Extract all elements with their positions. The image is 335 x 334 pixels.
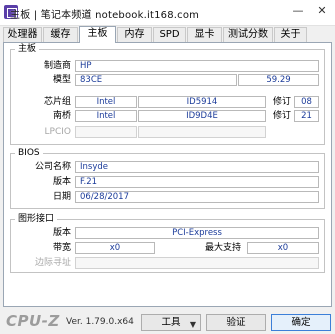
footer-bar: CPU-Z Ver. 1.79.0.x64 工具 ▼ 验证 确定	[0, 307, 335, 334]
tab-mainboard[interactable]: 主板	[79, 26, 116, 43]
close-button[interactable]: ✕	[315, 4, 329, 18]
tab-graphics[interactable]: 显卡	[187, 27, 222, 42]
graphic-interface-group: 图形接口 版本 PCI-Express 带宽 x0 最大支持 x0 边际寻址	[10, 214, 325, 273]
model-revision-field: 59.29	[238, 74, 319, 86]
max-supported-field: x0	[247, 242, 319, 254]
southbridge-revision-label: 修订	[272, 111, 291, 121]
lpcio-label: LPCIO	[44, 127, 71, 137]
group-title: 主板	[15, 44, 40, 55]
chipset-revision-field: 08	[294, 96, 319, 108]
manufacturer-field: HP	[75, 60, 319, 72]
tab-caches[interactable]: 缓存	[43, 27, 78, 42]
bios-date-field: 06/28/2017	[75, 191, 319, 203]
chipset-id-field: ID5914	[138, 96, 266, 108]
group-title: BIOS	[15, 148, 43, 159]
tools-label: 工具	[161, 317, 181, 328]
ok-button[interactable]: 确定	[271, 314, 331, 331]
gfx-version-field: PCI-Express	[75, 227, 319, 239]
link-width-field: x0	[75, 242, 155, 254]
bios-brand-label: 公司名称	[34, 162, 71, 172]
tab-memory[interactable]: 内存	[117, 27, 152, 42]
tab-bar: 处理器 缓存 主板 内存 SPD 显卡 测试分数 关于	[3, 26, 332, 43]
tab-spd[interactable]: SPD	[153, 27, 186, 42]
version-text: Ver. 1.79.0.x64	[66, 317, 134, 327]
chipset-revision-label: 修订	[272, 97, 291, 107]
mainboard-group: 主板 制造商 HP 模型 83CE 59.29 芯片组 Intel ID5914…	[10, 44, 325, 145]
model-label: 模型	[52, 75, 71, 85]
chipset-vendor-field: Intel	[75, 96, 137, 108]
bios-version-label: 版本	[52, 177, 71, 187]
gfx-version-label: 版本	[52, 228, 71, 238]
southbridge-id-field: ID9D4E	[138, 110, 266, 122]
bios-group: BIOS 公司名称 Insyde 版本 F.21 日期 06/28/2017	[10, 148, 325, 209]
tab-cpu[interactable]: 处理器	[3, 27, 42, 42]
model-field: 83CE	[75, 74, 237, 86]
validate-button[interactable]: 验证	[206, 314, 266, 331]
minimize-button[interactable]: —	[291, 4, 305, 18]
lpcio-model-field	[138, 126, 266, 138]
group-title: 图形接口	[15, 214, 58, 225]
southbridge-vendor-field: Intel	[75, 110, 137, 122]
mainboard-panel: 主板 制造商 HP 模型 83CE 59.29 芯片组 Intel ID5914…	[3, 42, 332, 307]
chevron-down-icon: ▼	[189, 320, 196, 329]
tools-button[interactable]: 工具 ▼	[141, 314, 201, 331]
bios-date-label: 日期	[52, 192, 71, 202]
manufacturer-label: 制造商	[43, 61, 71, 71]
cpu-z-logo: CPU-Z	[6, 312, 60, 330]
title-bar: 主板 | 笔记本频道 notebook.it168.com — ✕	[0, 0, 335, 26]
tab-bench[interactable]: 测试分数	[223, 27, 273, 42]
side-band-field	[75, 257, 319, 269]
tab-about[interactable]: 关于	[274, 27, 307, 42]
lpcio-vendor-field	[75, 126, 137, 138]
max-supported-label: 最大支持	[204, 243, 241, 253]
southbridge-label: 南桥	[52, 111, 71, 121]
bios-version-field: F.21	[75, 176, 319, 188]
bios-brand-field: Insyde	[75, 161, 319, 173]
chipset-label: 芯片组	[43, 97, 71, 107]
window-title: 主板 | 笔记本频道 notebook.it168.com	[10, 10, 200, 21]
link-width-label: 带宽	[52, 243, 71, 253]
side-band-label: 边际寻址	[34, 258, 71, 268]
southbridge-revision-field: 21	[294, 110, 319, 122]
